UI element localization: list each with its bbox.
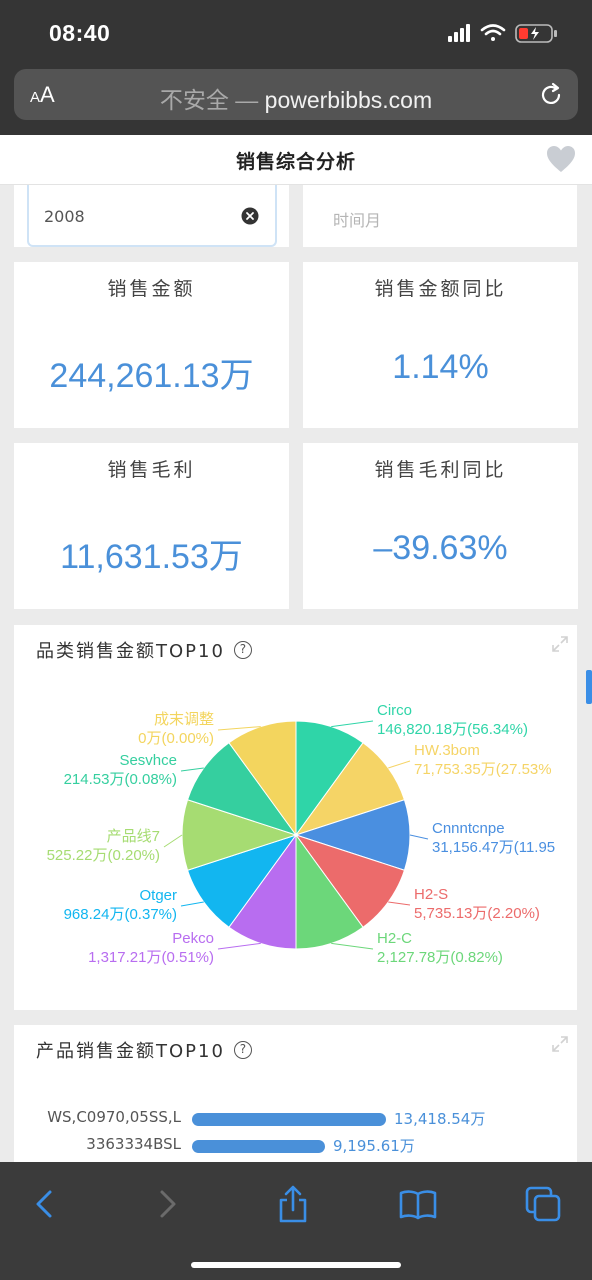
pie-label-value: 525.22万(0.20%) (47, 847, 160, 864)
year-value[interactable]: 2008 (44, 207, 85, 226)
pie-label-name: H2-S (414, 886, 448, 903)
kpi-label: 销售金额 (107, 278, 196, 300)
pie-leader-line (331, 942, 374, 950)
pie-label-name: 产品线7 (107, 828, 160, 845)
kpi-label: 销售毛利 (107, 459, 196, 481)
category-chart-card: 品类销售金额TOP10? Circo 146,820.18万(56.34%) HW.… (14, 625, 577, 1010)
pie-leader-line (180, 901, 204, 907)
pie-label-value: 1,317.21万(0.51%) (88, 949, 214, 966)
pie-label-name: HW.3bom (414, 742, 480, 759)
home-indicator (191, 1262, 401, 1268)
heart-icon[interactable] (546, 145, 576, 173)
bar-category-label: 3363334BSL (86, 1135, 181, 1153)
url-field[interactable]: AA 不安全 — powerbibbs.com (14, 69, 578, 120)
scroll-marker (586, 670, 592, 704)
kpi-value: 1.14% (392, 348, 489, 386)
pie-label-name: Pekco (172, 930, 214, 947)
bar-category-label: WS,C0970,05SS,L (47, 1108, 181, 1126)
pie-label-value: 146,820.18万(56.34%) (377, 721, 528, 738)
status-time: 08:40 (49, 20, 111, 46)
category-pie-chart: Circo 146,820.18万(56.34%) HW.3bom 71,753.35… (47, 702, 556, 966)
bar[interactable] (192, 1113, 386, 1126)
pie-label-value: 71,753.35万(27.53% (414, 761, 552, 778)
bar-value-label: 9,195.61万 (333, 1137, 415, 1155)
kpi-label: 销售金额同比 (374, 278, 507, 300)
year-filter[interactable]: 2008 (14, 185, 289, 247)
bar-value-label: 13,418.54万 (394, 1110, 486, 1128)
pie-leader-line (180, 767, 204, 772)
pie-label-name: Circo (377, 702, 412, 719)
reload-icon[interactable] (538, 82, 564, 108)
kpi-sales-yoy: 销售金额同比 1.14% (303, 262, 578, 428)
status-icons (448, 22, 560, 44)
pie-label-name: Otger (139, 887, 177, 904)
status-bar: 08:40 (0, 0, 592, 66)
pie-leader-line (388, 901, 411, 906)
page-header: 销售综合分析 (0, 135, 592, 185)
pie-label-value: 214.53万(0.08%) (64, 771, 177, 788)
url-domain: powerbibbs.com (264, 87, 433, 113)
pie-label-name: Cnnntcnpe (432, 820, 505, 837)
back-icon[interactable] (24, 1184, 64, 1224)
url-text[interactable]: 不安全 — powerbibbs.com (14, 81, 578, 115)
kpi-gross-profit: 销售毛利 11,631.53万 (14, 443, 289, 609)
signal-icon (448, 24, 470, 42)
pie-label-name: Sesvhce (119, 752, 177, 769)
expand-icon[interactable] (551, 1035, 569, 1053)
kpi-profit-yoy: 销售毛利同比 –39.63% (303, 443, 578, 609)
clear-icon[interactable] (241, 207, 259, 225)
tabs-icon[interactable] (523, 1184, 563, 1224)
forward-icon[interactable] (148, 1184, 188, 1224)
page-title: 销售综合分析 (235, 151, 356, 173)
pie-label-value: 31,156.47万(11.95 (432, 839, 555, 856)
bookmarks-icon[interactable] (398, 1184, 438, 1224)
pie-leader-line (163, 834, 183, 848)
pie-leader-line (388, 760, 411, 769)
pie-label-value: 5,735.13万(2.20%) (414, 905, 540, 922)
not-secure-label: 不安全 — (159, 87, 265, 113)
share-icon[interactable] (273, 1184, 313, 1224)
product-chart-card: 产品销售金额TOP10? WS,C0970,05SS,L 13,418.54万 33… (14, 1025, 577, 1162)
kpi-label: 销售毛利同比 (374, 459, 507, 481)
pie-label-name: 成末调整 (154, 711, 214, 728)
month-filter[interactable]: 时间月 (303, 185, 577, 247)
bar-row[interactable]: WS,C0970,05SS,L 13,418.54万 (14, 1107, 577, 1129)
pie-label-value: 2,127.78万(0.82%) (377, 949, 503, 966)
kpi-value: 244,261.13万 (49, 357, 254, 395)
wifi-icon (480, 24, 506, 41)
chart-title-text: 产品销售金额TOP10 (36, 1041, 225, 1062)
browser-address-bar: AA 不安全 — powerbibbs.com (0, 66, 592, 135)
pie-label-value: 968.24万(0.37%) (64, 906, 177, 923)
kpi-value: 11,631.53万 (60, 538, 243, 576)
pie-label-name: H2-C (377, 930, 412, 947)
pie-leader-line (217, 942, 261, 950)
battery-icon (515, 24, 557, 43)
help-icon[interactable]: ? (233, 1041, 252, 1059)
kpi-value: –39.63% (373, 529, 508, 567)
kpi-sales-amount: 销售金额 244,261.13万 (14, 262, 289, 428)
month-placeholder[interactable]: 时间月 (333, 207, 381, 231)
pie-leader-line (331, 720, 374, 728)
pie-leader-line (409, 834, 429, 840)
pie-label-value: 0万(0.00%) (138, 730, 214, 747)
chart-title: 产品销售金额TOP10? (36, 1037, 252, 1063)
bar[interactable] (192, 1140, 325, 1153)
bar-row[interactable]: 3363334BSL 9,195.61万 (14, 1134, 577, 1156)
